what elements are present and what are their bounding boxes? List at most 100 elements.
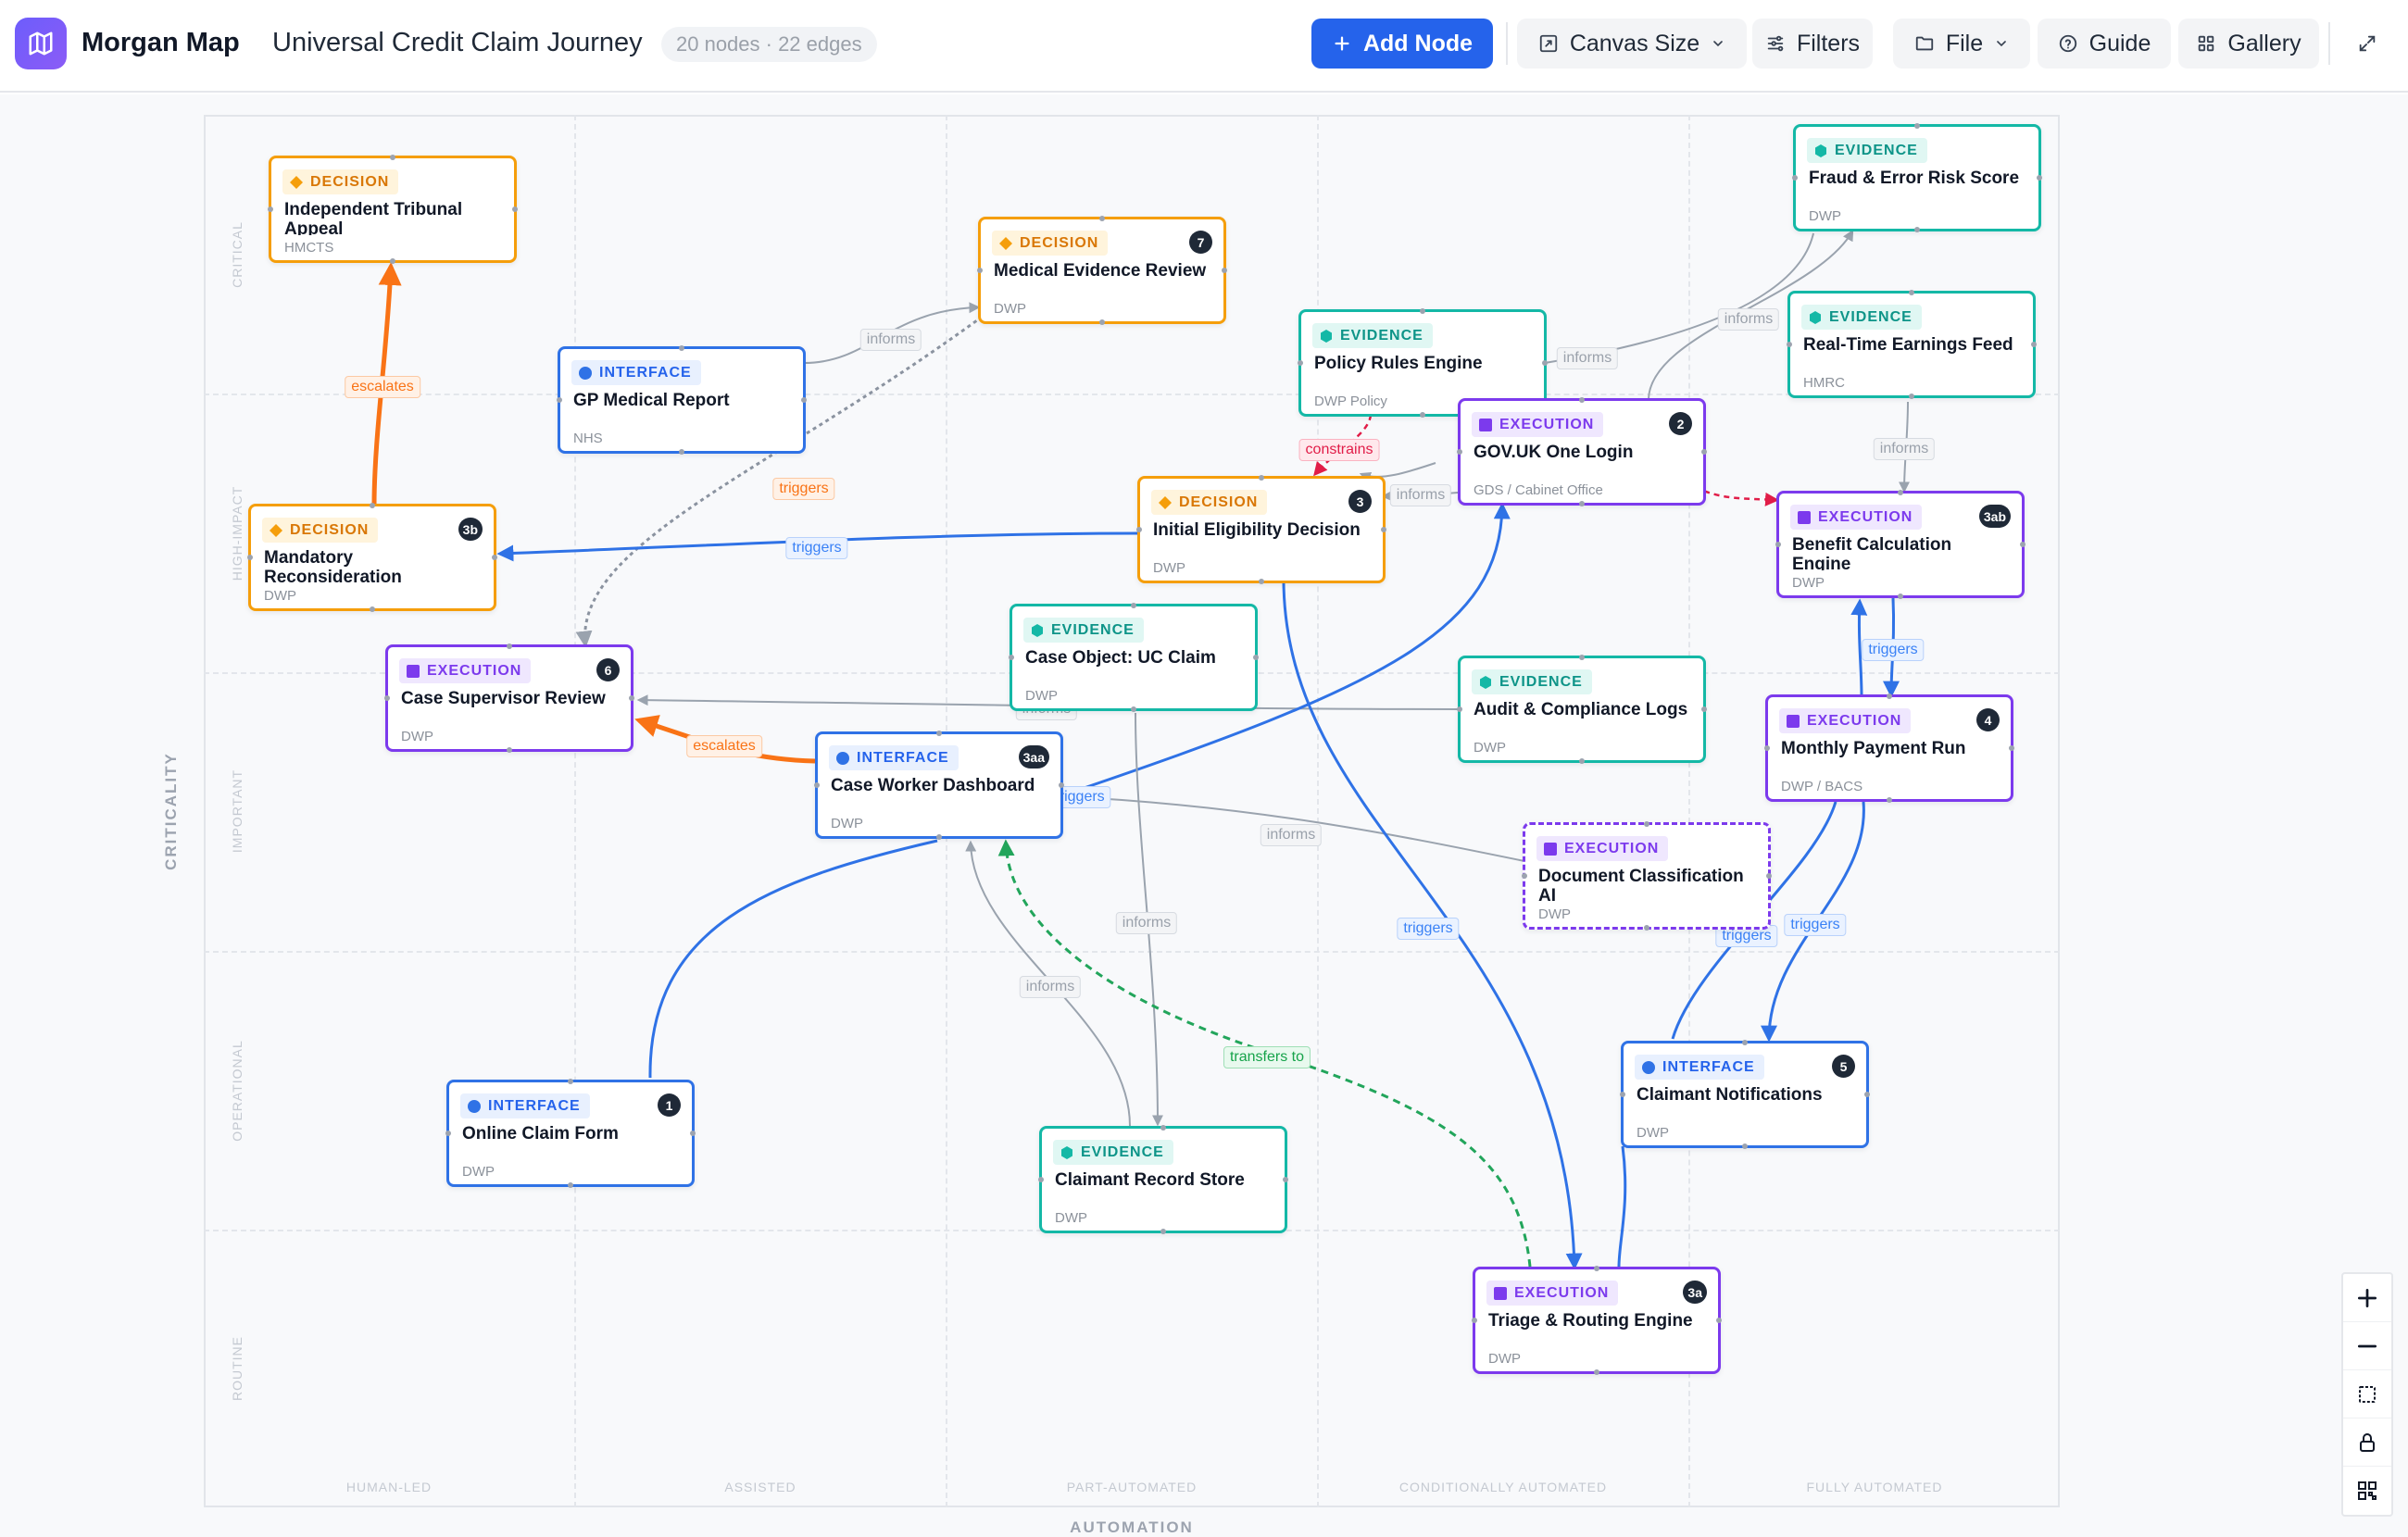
connection-handle[interactable] [2031,342,2037,347]
connection-handle[interactable] [1131,706,1136,712]
zoom-out-button[interactable] [2343,1322,2391,1370]
connection-handle[interactable] [1701,706,1707,712]
connection-handle[interactable] [1898,490,1903,495]
gallery-button[interactable]: Gallery [2178,19,2319,69]
connection-handle[interactable] [629,695,634,701]
connection-handle[interactable] [268,206,273,212]
connection-handle[interactable] [679,449,684,455]
connection-handle[interactable] [1914,227,1920,232]
node-benefit-calculation-engine[interactable]: EXECUTION Benefit Calculation Engine DWP… [1775,490,2025,599]
connection-handle[interactable] [247,555,253,560]
connection-handle[interactable] [1298,360,1303,366]
node-fraud-error-risk-score[interactable]: EVIDENCE Fraud & Error Risk Score DWP [1792,123,2042,232]
edge-label[interactable]: informs [1019,976,1082,998]
connection-handle[interactable] [1099,319,1105,325]
guide-button[interactable]: Guide [2038,19,2171,69]
edge-label[interactable]: informs [1717,308,1780,331]
connection-handle[interactable] [801,397,807,403]
connection-handle[interactable] [1914,123,1920,129]
connection-handle[interactable] [1099,216,1105,221]
connection-handle[interactable] [1766,873,1772,879]
connection-handle[interactable] [1579,501,1585,506]
edge-label[interactable]: escalates [686,735,762,757]
connection-handle[interactable] [445,1131,451,1136]
connection-handle[interactable] [1742,1143,1748,1149]
edge-label[interactable]: constrains [1298,439,1380,461]
node-independent-tribunal-appeal[interactable]: DECISION Independent Tribunal Appeal HMC… [268,155,518,264]
node-gov-uk-one-login[interactable]: EXECUTION GOV.UK One Login GDS / Cabinet… [1457,397,1707,506]
connection-handle[interactable] [557,397,562,403]
connection-handle[interactable] [1775,542,1781,547]
connection-handle[interactable] [384,695,390,701]
connection-handle[interactable] [1579,758,1585,764]
connection-handle[interactable] [1579,397,1585,403]
filters-button[interactable]: Filters [1752,19,1873,69]
connection-handle[interactable] [690,1131,696,1136]
node-case-supervisor-review[interactable]: EXECUTION Case Supervisor Review DWP 6 [384,644,634,753]
node-case-object-uc-claim[interactable]: EVIDENCE Case Object: UC Claim DWP [1009,603,1259,712]
connection-handle[interactable] [679,345,684,351]
node-claimant-record-store[interactable]: EVIDENCE Claimant Record Store DWP [1038,1125,1288,1234]
edge-label[interactable]: triggers [1784,914,1847,936]
connection-handle[interactable] [1038,1177,1044,1182]
connection-handle[interactable] [2020,542,2025,547]
connection-handle[interactable] [1160,1125,1166,1131]
connection-handle[interactable] [568,1079,573,1084]
edge-label[interactable]: transfers to [1223,1046,1311,1068]
connection-handle[interactable] [2037,175,2042,181]
edge-label[interactable]: informs [1389,484,1452,506]
edge-label[interactable]: triggers [785,537,848,559]
document-title[interactable]: Universal Credit Claim Journey [272,28,643,58]
edge-label[interactable]: informs [1260,824,1323,846]
connection-handle[interactable] [1644,925,1649,931]
connection-handle[interactable] [1009,655,1014,660]
connection-handle[interactable] [390,258,395,264]
minimap-button[interactable] [2343,1467,2391,1515]
connection-handle[interactable] [1864,1092,1870,1097]
connection-handle[interactable] [1764,745,1770,751]
edge-label[interactable]: informs [1115,912,1178,934]
connection-handle[interactable] [1716,1318,1722,1323]
connection-handle[interactable] [1594,1266,1599,1271]
node-case-worker-dashboard[interactable]: INTERFACE Case Worker Dashboard DWP 3aa [814,731,1064,840]
connection-handle[interactable] [492,555,497,560]
connection-handle[interactable] [507,644,512,649]
expand-button[interactable] [2341,19,2393,69]
add-node-button[interactable]: Add Node [1311,19,1493,69]
connection-handle[interactable] [370,503,375,508]
connection-handle[interactable] [936,834,942,840]
node-audit-compliance-logs[interactable]: EVIDENCE Audit & Compliance Logs DWP [1457,655,1707,764]
connection-handle[interactable] [814,782,820,788]
node-mandatory-reconsideration[interactable]: DECISION Mandatory Reconsideration DWP 3… [247,503,497,612]
node-gp-medical-report[interactable]: INTERFACE GP Medical Report NHS [557,345,807,455]
edge-label[interactable]: escalates [345,376,420,398]
connection-handle[interactable] [1472,1318,1477,1323]
connection-handle[interactable] [1792,175,1798,181]
edge-label[interactable]: informs [1873,438,1936,460]
connection-handle[interactable] [1579,655,1585,660]
connection-handle[interactable] [1131,603,1136,608]
connection-handle[interactable] [1620,1092,1625,1097]
edge-label[interactable]: triggers [1397,918,1460,940]
node-medical-evidence-review[interactable]: DECISION Medical Evidence Review DWP 7 [977,216,1227,325]
connection-handle[interactable] [1898,594,1903,599]
connection-handle[interactable] [1222,268,1227,273]
connection-handle[interactable] [507,747,512,753]
edge-label[interactable]: informs [859,329,922,351]
connection-handle[interactable] [1420,412,1425,418]
connection-handle[interactable] [1594,1369,1599,1375]
connection-handle[interactable] [1457,706,1462,712]
node-claimant-notifications[interactable]: INTERFACE Claimant Notifications DWP 5 [1620,1040,1870,1149]
connection-handle[interactable] [1283,1177,1288,1182]
connection-handle[interactable] [977,268,983,273]
connection-handle[interactable] [1457,449,1462,455]
connection-handle[interactable] [1259,475,1264,481]
file-button[interactable]: File [1893,19,2030,69]
connection-handle[interactable] [1787,342,1792,347]
connection-handle[interactable] [512,206,518,212]
fit-view-button[interactable] [2343,1370,2391,1418]
edge-label[interactable]: triggers [1862,639,1925,661]
connection-handle[interactable] [1909,394,1914,399]
node-monthly-payment-run[interactable]: EXECUTION Monthly Payment Run DWP / BACS… [1764,694,2014,803]
connection-handle[interactable] [1887,694,1892,699]
